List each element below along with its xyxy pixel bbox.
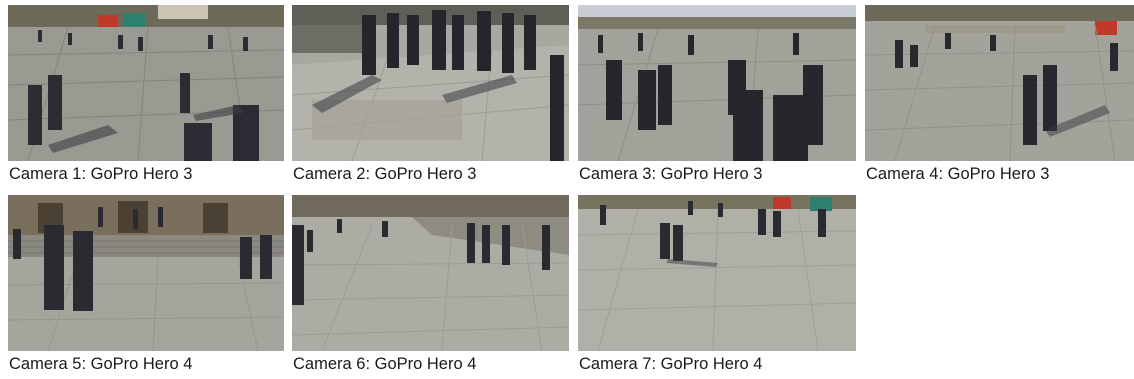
camera-6-caption: Camera 6: GoPro Hero 4	[293, 355, 477, 373]
camera-4-image	[865, 5, 1134, 161]
camera-1-caption: Camera 1: GoPro Hero 3	[9, 165, 193, 183]
camera-7-panel: Camera 7: GoPro Hero 4	[578, 195, 856, 379]
camera-3-caption: Camera 3: GoPro Hero 3	[579, 165, 763, 183]
camera-5-caption: Camera 5: GoPro Hero 4	[9, 355, 193, 373]
camera-2-caption: Camera 2: GoPro Hero 3	[293, 165, 477, 183]
camera-7-caption: Camera 7: GoPro Hero 4	[579, 355, 763, 373]
camera-6-image	[292, 195, 569, 351]
camera-4-caption: Camera 4: GoPro Hero 3	[866, 165, 1050, 183]
camera-3-panel: Camera 3: GoPro Hero 3	[578, 5, 856, 190]
camera-1-panel: Camera 1: GoPro Hero 3	[8, 5, 284, 190]
camera-7-image	[578, 195, 856, 351]
camera-2-image	[292, 5, 569, 161]
camera-3-image	[578, 5, 856, 161]
camera-2-panel: Camera 2: GoPro Hero 3	[292, 5, 569, 190]
camera-5-image	[8, 195, 284, 351]
camera-6-panel: Camera 6: GoPro Hero 4	[292, 195, 569, 379]
camera-5-panel: Camera 5: GoPro Hero 4	[8, 195, 284, 379]
camera-1-image	[8, 5, 284, 161]
camera-4-panel: Camera 4: GoPro Hero 3	[865, 5, 1134, 190]
